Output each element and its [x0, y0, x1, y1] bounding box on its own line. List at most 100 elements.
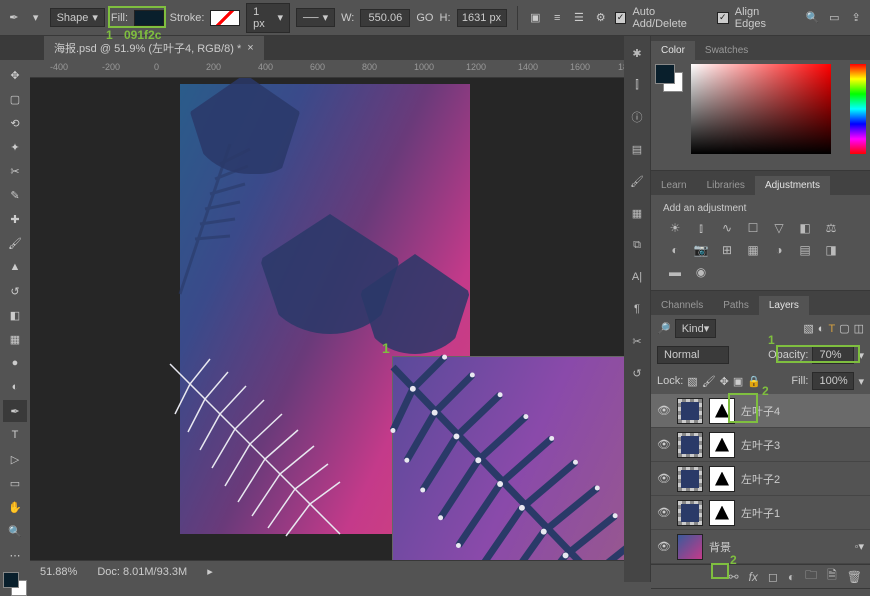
visibility-icon[interactable]: 👁 [657, 506, 671, 519]
tab-channels[interactable]: Channels [651, 296, 713, 315]
chevron-down-icon[interactable]: ▾ [858, 349, 864, 362]
paragraph-icon[interactable]: ¶ [628, 300, 646, 318]
search-icon[interactable]: 🔎 [657, 322, 671, 335]
layer-mask-thumb[interactable] [709, 466, 735, 492]
bw-icon[interactable]: ◐ [665, 242, 685, 258]
hue-icon[interactable]: ◧ [795, 220, 815, 236]
lock-artboard-icon[interactable]: ▣ [733, 375, 743, 388]
tab-libraries[interactable]: Libraries [697, 176, 755, 195]
layer-mask-thumb[interactable] [709, 500, 735, 526]
close-icon[interactable]: × [247, 42, 253, 54]
layer-mask-thumb[interactable] [709, 398, 735, 424]
eyedropper-tool[interactable]: ✎ [3, 184, 27, 206]
stroke-swatch[interactable] [210, 10, 240, 26]
layer-name[interactable]: 背景 [709, 539, 849, 555]
edit-toolbar[interactable]: ⋯ [3, 544, 27, 566]
layer-thumb[interactable] [677, 500, 703, 526]
channel-mixer-icon[interactable]: ⊞ [717, 242, 737, 258]
hand-tool[interactable]: ✋ [3, 496, 27, 518]
gear-icon[interactable]: ⚙ [593, 10, 609, 26]
layer-mask-thumb[interactable] [709, 432, 735, 458]
fg-bg-swatch[interactable] [3, 572, 27, 596]
color-fgbg-swatch[interactable] [655, 64, 683, 92]
fill-opacity-input[interactable]: 100% [812, 372, 854, 390]
layer-name[interactable]: 左叶子3 [741, 437, 864, 453]
align-edges-checkbox[interactable]: ✓ [717, 12, 729, 24]
path-arrange-icon[interactable]: ☰ [571, 10, 587, 26]
search-icon[interactable]: 🔍 [805, 10, 821, 26]
tab-swatches[interactable]: Swatches [695, 41, 758, 60]
brush-tool[interactable]: 🖌 [3, 232, 27, 254]
share-icon[interactable]: ⇪ [848, 10, 864, 26]
document-tab[interactable]: 海报.psd @ 51.9% (左叶子4, RGB/8) * × [44, 36, 264, 60]
levels-icon[interactable]: ⫾ [691, 220, 711, 236]
workspace-icon[interactable]: ▭ [826, 10, 842, 26]
histogram-icon[interactable]: ⫿ [628, 76, 646, 94]
properties-icon[interactable]: ▤ [628, 140, 646, 158]
move-tool[interactable]: ✥ [3, 64, 27, 86]
width-input[interactable]: 550.06 [360, 9, 410, 27]
tab-layers[interactable]: Layers [759, 296, 809, 315]
chevron-down-icon[interactable]: ▾ [858, 375, 864, 388]
layer-row[interactable]: 👁 背景 ◦▾ [651, 530, 870, 564]
lock-position-icon[interactable]: ✥ [720, 375, 729, 388]
filter-adjust-icon[interactable]: ◐ [818, 323, 825, 335]
path-union-icon[interactable]: ▣ [527, 10, 543, 26]
layer-thumb[interactable] [677, 432, 703, 458]
layer-name[interactable]: 左叶子4 [741, 403, 864, 419]
path-edit-overlay[interactable] [393, 357, 624, 560]
crop-tool[interactable]: ✂ [3, 160, 27, 182]
stroke-style-select[interactable]: ──▾ [296, 8, 335, 27]
new-layer-icon[interactable]: 🗎 [827, 566, 837, 587]
chevron-down-icon[interactable]: ▾ [28, 10, 44, 26]
marquee-tool[interactable]: ▢ [3, 88, 27, 110]
zoom-tool[interactable]: 🔍 [3, 520, 27, 542]
visibility-icon[interactable]: 👁 [657, 540, 671, 553]
hue-slider[interactable] [850, 64, 866, 154]
visibility-icon[interactable]: 👁 [657, 438, 671, 451]
tool-mode-select[interactable]: Shape▾ [50, 8, 105, 27]
layer-row[interactable]: 👁 左叶子2 [651, 462, 870, 496]
pen-tool[interactable]: ✒ [3, 400, 27, 422]
gradient-map-icon[interactable]: ▬ [665, 264, 685, 280]
filter-image-icon[interactable]: ▧ [803, 322, 813, 335]
layer-name[interactable]: 左叶子2 [741, 471, 864, 487]
photo-filter-icon[interactable]: 📷 [691, 242, 711, 258]
shape-tool[interactable]: ▭ [3, 472, 27, 494]
lock-transparency-icon[interactable]: ▧ [687, 375, 697, 388]
curves-icon[interactable]: ∿ [717, 220, 737, 236]
filter-shape-icon[interactable]: ▢ [839, 322, 849, 335]
zoom-level[interactable]: 51.88% [40, 566, 77, 578]
layer-row[interactable]: 👁 左叶子4 [651, 394, 870, 428]
tab-learn[interactable]: Learn [651, 176, 697, 195]
brush-settings-icon[interactable]: 🖌 [628, 172, 646, 190]
link-wh-icon[interactable]: GO [416, 12, 433, 24]
layer-collapse-icon[interactable]: ◦▾ [855, 540, 864, 553]
tab-color[interactable]: Color [651, 41, 695, 60]
lock-paint-icon[interactable]: 🖌 [702, 375, 716, 388]
healing-tool[interactable]: ✚ [3, 208, 27, 230]
height-input[interactable]: 1631 px [457, 9, 507, 27]
lock-all-icon[interactable]: 🔒 [747, 375, 761, 388]
filter-smart-icon[interactable]: ◫ [854, 322, 864, 335]
auto-add-checkbox[interactable]: ✓ [615, 12, 627, 24]
path-select-tool[interactable]: ▷ [3, 448, 27, 470]
fill-swatch[interactable] [134, 10, 164, 26]
tab-paths[interactable]: Paths [713, 296, 759, 315]
lasso-tool[interactable]: ⟲ [3, 112, 27, 134]
history-icon[interactable]: ↺ [628, 364, 646, 382]
layer-thumb[interactable] [677, 534, 703, 560]
chevron-right-icon[interactable]: ▸ [207, 565, 213, 578]
link-layers-icon[interactable]: ⚯ [728, 570, 738, 584]
color-balance-icon[interactable]: ⚖ [821, 220, 841, 236]
blend-mode-select[interactable]: Normal [657, 346, 729, 364]
layer-row[interactable]: 👁 左叶子1 [651, 496, 870, 530]
visibility-icon[interactable]: 👁 [657, 404, 671, 417]
layer-row[interactable]: 👁 左叶子3 [651, 428, 870, 462]
eraser-tool[interactable]: ◧ [3, 304, 27, 326]
threshold-icon[interactable]: ◨ [821, 242, 841, 258]
clone-source-icon[interactable]: ⧉ [628, 236, 646, 254]
selective-color-icon[interactable]: ◉ [691, 264, 711, 280]
vibrance-icon[interactable]: ▽ [769, 220, 789, 236]
posterize-icon[interactable]: ▤ [795, 242, 815, 258]
